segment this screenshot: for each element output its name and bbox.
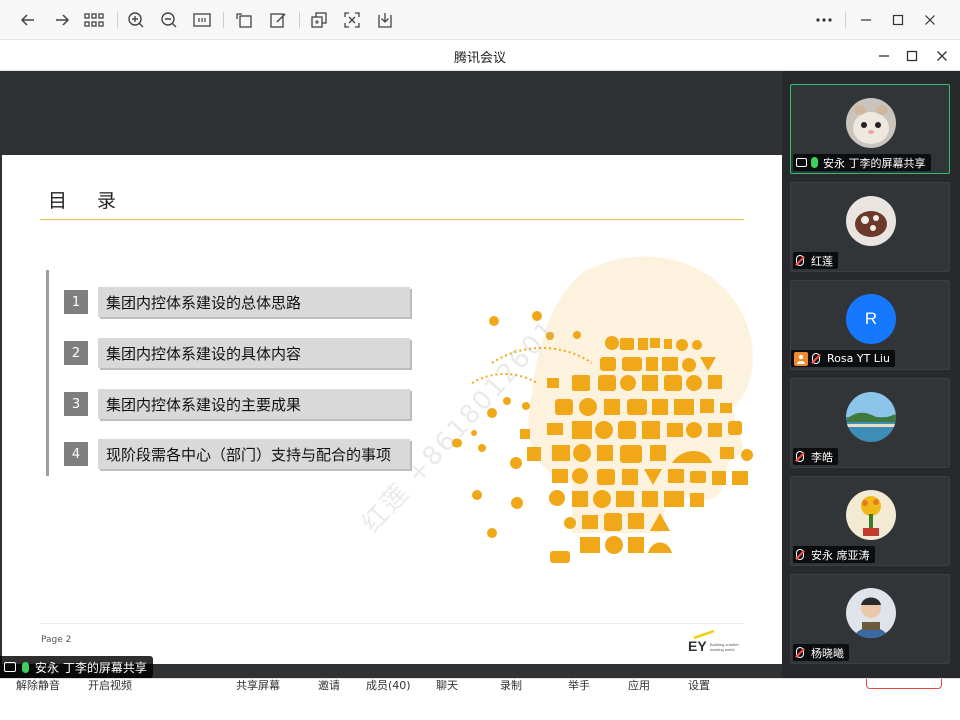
presenter-badge: 安永 丁李的屏幕共享	[0, 656, 153, 678]
participant-name: 红莲	[811, 254, 833, 268]
presentation-slide: 目 录 1 集团内控体系建设的总体思路 2 集团内控体系建设的具体内容 3 集团…	[2, 155, 782, 664]
participant-label: 安永 丁李的屏幕共享	[793, 154, 931, 171]
avatar	[846, 490, 896, 540]
download-icon[interactable]	[373, 8, 397, 32]
ey-logo: EY Building a better working world	[688, 627, 748, 655]
more-icon[interactable]	[812, 8, 836, 32]
toc-label: 集团内控体系建设的总体思路	[98, 287, 410, 317]
unmute-button[interactable]: 解除静音	[16, 677, 60, 693]
participant-tile[interactable]: 安永 丁李的屏幕共享	[790, 84, 950, 174]
participant-name: 安永 丁李的屏幕共享	[823, 156, 926, 170]
edit-icon[interactable]	[266, 8, 290, 32]
back-arrow-icon[interactable]	[16, 8, 40, 32]
toolbar-separator	[223, 12, 224, 28]
close-icon[interactable]	[932, 46, 952, 66]
forward-arrow-icon[interactable]	[50, 8, 74, 32]
copy-icon[interactable]	[307, 8, 331, 32]
toolbar-separator	[845, 12, 846, 28]
grid-icon[interactable]	[82, 8, 106, 32]
meeting-titlebar: 腾讯会议	[0, 40, 960, 71]
mic-on-icon	[22, 661, 29, 673]
toc-item: 4 现阶段需各中心（部门）支持与配合的事项	[64, 439, 414, 469]
shared-screen[interactable]: 目 录 1 集团内控体系建设的总体思路 2 集团内控体系建设的具体内容 3 集团…	[0, 71, 782, 678]
mic-muted-icon	[796, 451, 804, 462]
toolbar-separator	[299, 12, 300, 28]
avatar	[846, 98, 896, 148]
person-icon	[794, 351, 808, 366]
zoom-out-icon[interactable]	[157, 8, 181, 32]
heading-divider	[40, 219, 744, 220]
fit-width-icon[interactable]	[190, 8, 214, 32]
participant-tile[interactable]: 安永 席亚涛	[790, 476, 950, 566]
participant-name: 杨晓曦	[811, 646, 844, 660]
participant-label: 安永 席亚涛	[793, 546, 875, 563]
ey-logo-text: EY	[688, 638, 707, 654]
raise-hand-button[interactable]: 举手	[568, 677, 590, 693]
maximize-icon[interactable]	[886, 8, 910, 32]
presenter-label: 安永 丁李的屏幕共享	[35, 660, 147, 675]
toc-number: 2	[64, 341, 88, 365]
toc-label: 集团内控体系建设的主要成果	[98, 389, 410, 419]
toc-number: 4	[64, 442, 88, 466]
share-screen-button[interactable]: 共享屏幕	[236, 677, 280, 693]
leave-meeting-button[interactable]	[866, 679, 942, 689]
slide-heading: 目 录	[48, 190, 129, 212]
mic-muted-icon	[796, 255, 804, 266]
viewer-toolbar	[0, 0, 960, 40]
participant-tile[interactable]: 李皓	[790, 378, 950, 468]
meeting-control-bar: 解除静音 开启视频 共享屏幕 邀请 成员(40) 聊天 录制 举手 应用 设置	[0, 678, 960, 720]
participant-label: 红莲	[793, 252, 838, 269]
toc-label: 集团内控体系建设的具体内容	[98, 338, 410, 368]
window-title: 腾讯会议	[453, 51, 506, 66]
mic-muted-icon	[796, 549, 804, 560]
page-number: Page 2	[41, 635, 72, 645]
avatar-letter: R	[864, 309, 878, 328]
toolbar-separator	[117, 12, 118, 28]
ey-tagline-line-2: working world	[710, 647, 734, 652]
mic-muted-icon	[796, 647, 804, 658]
toc-label: 现阶段需各中心（部门）支持与配合的事项	[98, 439, 410, 469]
participant-name: 李皓	[811, 450, 833, 464]
participant-name: Rosa YT Liu	[827, 352, 890, 365]
toc-vertical-bar	[46, 270, 49, 476]
minimize-icon[interactable]	[874, 46, 894, 66]
screen-share-icon	[796, 158, 807, 167]
toc-number: 1	[64, 290, 88, 314]
settings-button[interactable]: 设置	[688, 677, 710, 693]
participant-label: 李皓	[793, 448, 838, 465]
mic-on-icon	[811, 157, 818, 168]
toc-number: 3	[64, 392, 88, 416]
avatar: R	[846, 294, 896, 344]
toc-item: 1 集团内控体系建设的总体思路	[64, 287, 414, 317]
participant-tile[interactable]: R Rosa YT Liu	[790, 280, 950, 370]
toc-item: 3 集团内控体系建设的主要成果	[64, 389, 414, 419]
mic-muted-icon	[812, 353, 820, 364]
rotate-icon[interactable]	[232, 8, 256, 32]
apps-button[interactable]: 应用	[628, 677, 650, 693]
members-button[interactable]: 成员(40)	[366, 677, 411, 693]
participant-name: 安永 席亚涛	[811, 548, 870, 562]
zoom-in-icon[interactable]	[124, 8, 148, 32]
avatar	[846, 196, 896, 246]
maximize-icon[interactable]	[902, 46, 922, 66]
toc-item: 2 集团内控体系建设的具体内容	[64, 338, 414, 368]
participant-label: Rosa YT Liu	[791, 350, 895, 367]
participant-tile[interactable]: 杨晓曦	[790, 574, 950, 664]
participant-tile[interactable]: 红莲	[790, 182, 950, 272]
avatar	[846, 588, 896, 638]
shrink-icon[interactable]	[340, 8, 364, 32]
participant-panel: 安永 丁李的屏幕共享 红莲 R Rosa YT Liu 李皓 安永 席亚涛 杨晓…	[782, 71, 960, 678]
participant-label: 杨晓曦	[793, 644, 849, 661]
close-icon[interactable]	[918, 8, 942, 32]
screen-share-icon	[4, 662, 16, 672]
minimize-icon[interactable]	[854, 8, 878, 32]
start-video-button[interactable]: 开启视频	[88, 677, 132, 693]
record-button[interactable]: 录制	[500, 677, 522, 693]
chat-button[interactable]: 聊天	[436, 677, 458, 693]
footer-divider	[40, 623, 744, 624]
avatar	[846, 392, 896, 442]
invite-button[interactable]: 邀请	[318, 677, 340, 693]
